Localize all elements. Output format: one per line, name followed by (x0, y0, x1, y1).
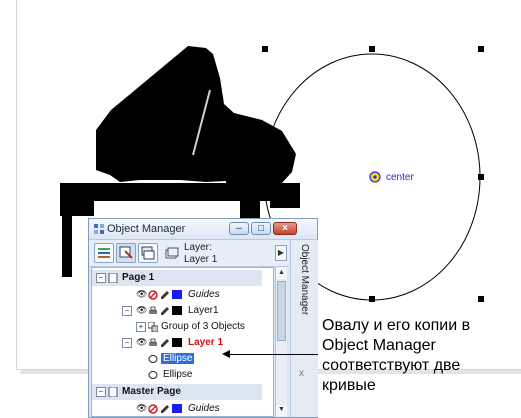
layer-manager-icon (141, 246, 155, 260)
tree-row-page[interactable]: − Master Page (92, 384, 262, 400)
handle-bottom-right[interactable] (478, 296, 484, 302)
visibility-icon[interactable]: 👁 (136, 337, 147, 347)
docker-toolbar: Layer: Layer 1 ▶ (89, 240, 289, 267)
tree-item-label: Guides (188, 289, 220, 300)
handle-top-middle[interactable] (369, 46, 375, 52)
collapse-icon[interactable]: − (96, 273, 106, 283)
minimize-icon: – (236, 223, 242, 234)
current-layer-name: Layer 1 (184, 254, 218, 265)
ellipse-icon (148, 355, 158, 363)
callout-line: Овалу и его копии в (322, 317, 471, 334)
center-marker[interactable]: center (369, 171, 414, 183)
tree-item-label: Master Page (122, 386, 181, 397)
callout-line: кривые (322, 377, 376, 394)
expand-icon[interactable]: + (136, 322, 146, 332)
page-icon (108, 273, 118, 283)
group-icon (148, 322, 158, 332)
handle-middle-left[interactable] (262, 174, 268, 180)
print-disabled-icon[interactable] (148, 404, 158, 414)
printer-icon[interactable] (148, 306, 158, 316)
callout-line: соответствуют две (322, 357, 461, 374)
edit-pencil-icon[interactable] (160, 404, 170, 414)
callout-arrow-head (222, 350, 230, 358)
center-label: center (386, 171, 414, 183)
scroll-thumb[interactable] (277, 281, 286, 341)
handle-bottom-middle[interactable] (369, 296, 375, 302)
collapse-icon[interactable]: − (96, 387, 106, 397)
tree-item-label: Guides (188, 403, 220, 414)
object-tree: − Page 1 👁 Guides − 👁 Layer1 + Group of … (91, 267, 274, 417)
page-icon (108, 387, 118, 397)
layer-color-swatch (172, 290, 182, 299)
docker-titlebar[interactable]: Object Manager – □ × (89, 219, 317, 240)
side-tab-close-icon[interactable]: x (299, 368, 304, 379)
layer-manager-view-button[interactable] (138, 243, 158, 263)
edit-across-layers-button[interactable] (116, 243, 136, 263)
close-icon: × (282, 223, 288, 234)
ellipse-icon (148, 371, 158, 379)
handle-top-right[interactable] (478, 46, 484, 52)
layer-color-swatch (172, 338, 182, 347)
layer-color-swatch (172, 404, 182, 413)
edit-across-layers-icon (119, 246, 133, 259)
tree-row-layer-active[interactable]: − 👁 Layer 1 (92, 335, 262, 351)
callout-text: Овалу и его копии в Object Manager соотв… (322, 316, 470, 396)
visibility-icon[interactable]: 👁 (136, 289, 147, 299)
maximize-icon: □ (257, 223, 265, 234)
collapse-icon[interactable]: − (122, 306, 132, 316)
object-manager-docker[interactable]: Object Manager – □ × Layer: Layer 1 ▶ − … (88, 218, 318, 418)
scroll-down-icon[interactable]: ▼ (276, 405, 287, 416)
edit-pencil-icon[interactable] (160, 290, 170, 300)
current-layer-caption: Layer: (184, 242, 212, 253)
side-tab-label: Object Manager (299, 244, 310, 316)
tree-row-page[interactable]: − Page 1 (92, 270, 262, 286)
docker-menu-arrow[interactable]: ▶ (275, 245, 287, 261)
layer-icon (165, 247, 179, 259)
tree-item-label: Ellipse (163, 369, 193, 380)
edit-pencil-icon[interactable] (160, 338, 170, 348)
object-properties-icon (98, 248, 110, 258)
layer-color-swatch (172, 306, 182, 315)
tree-item-label: Page 1 (122, 272, 155, 283)
object-manager-icon (94, 224, 104, 234)
tree-scrollbar[interactable]: ▲ ▼ (275, 267, 287, 417)
callout-line: Object Manager (322, 337, 436, 354)
visibility-icon[interactable]: 👁 (136, 403, 147, 413)
tree-item-label: Layer 1 (188, 337, 224, 348)
docker-title: Object Manager (107, 223, 186, 235)
tree-item-label: Ellipse (161, 353, 195, 364)
tree-item-label: Group of 3 Objects (161, 321, 245, 332)
edit-pencil-icon[interactable] (160, 306, 170, 316)
minimize-button[interactable]: – (229, 222, 249, 235)
scroll-up-icon[interactable]: ▲ (276, 268, 287, 279)
tree-row-object[interactable]: + Group of 3 Objects (92, 319, 262, 335)
tree-row-layer[interactable]: 👁 Guides (92, 401, 262, 416)
center-icon (369, 171, 381, 183)
callout-arrow-line (228, 354, 318, 355)
tree-row-layer[interactable]: 👁 Guides (92, 287, 262, 303)
tree-row-layer[interactable]: − 👁 Layer1 (92, 303, 262, 319)
docker-side-tab[interactable]: Object Manager x (290, 240, 318, 417)
collapse-icon[interactable]: − (122, 338, 132, 348)
tree-item-label: Layer1 (188, 305, 219, 316)
visibility-icon[interactable]: 👁 (136, 305, 147, 315)
close-button[interactable]: × (273, 222, 297, 235)
print-disabled-icon[interactable] (148, 290, 158, 300)
printer-icon[interactable] (148, 338, 158, 348)
maximize-button[interactable]: □ (251, 222, 271, 235)
handle-top-left[interactable] (262, 46, 268, 52)
tree-row-object[interactable]: Ellipse (92, 367, 262, 383)
show-object-properties-button[interactable] (94, 243, 114, 263)
handle-middle-right[interactable] (478, 174, 484, 180)
